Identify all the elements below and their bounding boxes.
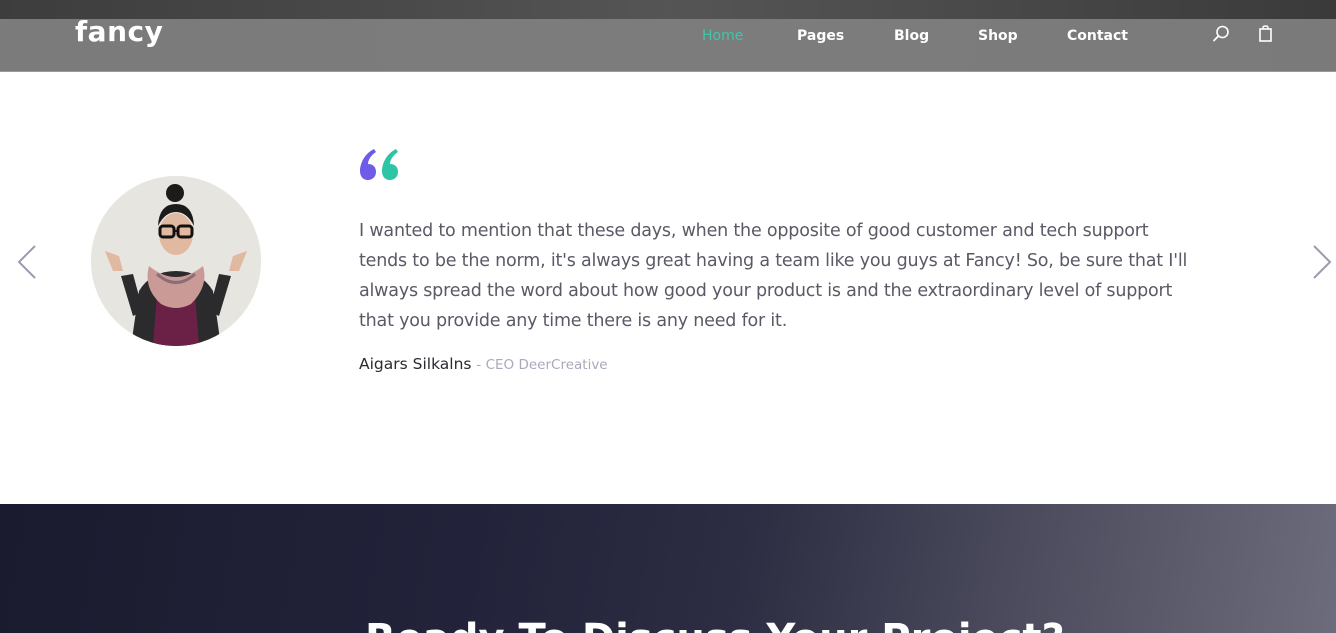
search-icon[interactable] <box>1212 25 1230 47</box>
nav-blog[interactable]: Blog <box>894 28 929 44</box>
avatar <box>91 176 261 346</box>
chevron-right-icon[interactable] <box>1311 244 1333 284</box>
nav-shop[interactable]: Shop <box>978 28 1018 44</box>
chevron-left-icon[interactable] <box>16 244 38 284</box>
cta-title: Ready To Discuss Your Project? <box>365 616 1065 633</box>
quote-icon <box>359 146 401 186</box>
quote-line: always spread the word about how good yo… <box>359 281 1173 301</box>
author-name: Aigars Silkalns <box>359 355 472 373</box>
quote-line: tends to be the norm, it's always great … <box>359 251 1188 271</box>
cta-banner: Ready To Discuss Your Project? <box>0 504 1336 633</box>
author-role: - CEO DeerCreative <box>476 357 608 373</box>
logo[interactable]: fancy <box>75 15 163 48</box>
quote-line: that you provide any time there is any n… <box>359 311 788 331</box>
nav-contact[interactable]: Contact <box>1067 28 1128 44</box>
nav-home[interactable]: Home <box>702 28 743 44</box>
quote-line: I wanted to mention that these days, whe… <box>359 221 1149 241</box>
navbar: fancy Home Pages Blog Shop Contact <box>0 15 1336 72</box>
nav-pages[interactable]: Pages <box>797 28 844 44</box>
testimonial-quote: I wanted to mention that these days, whe… <box>359 216 1229 336</box>
testimonial-author: Aigars Silkalns - CEO DeerCreative <box>359 355 608 373</box>
shopping-bag-icon[interactable] <box>1258 25 1274 47</box>
